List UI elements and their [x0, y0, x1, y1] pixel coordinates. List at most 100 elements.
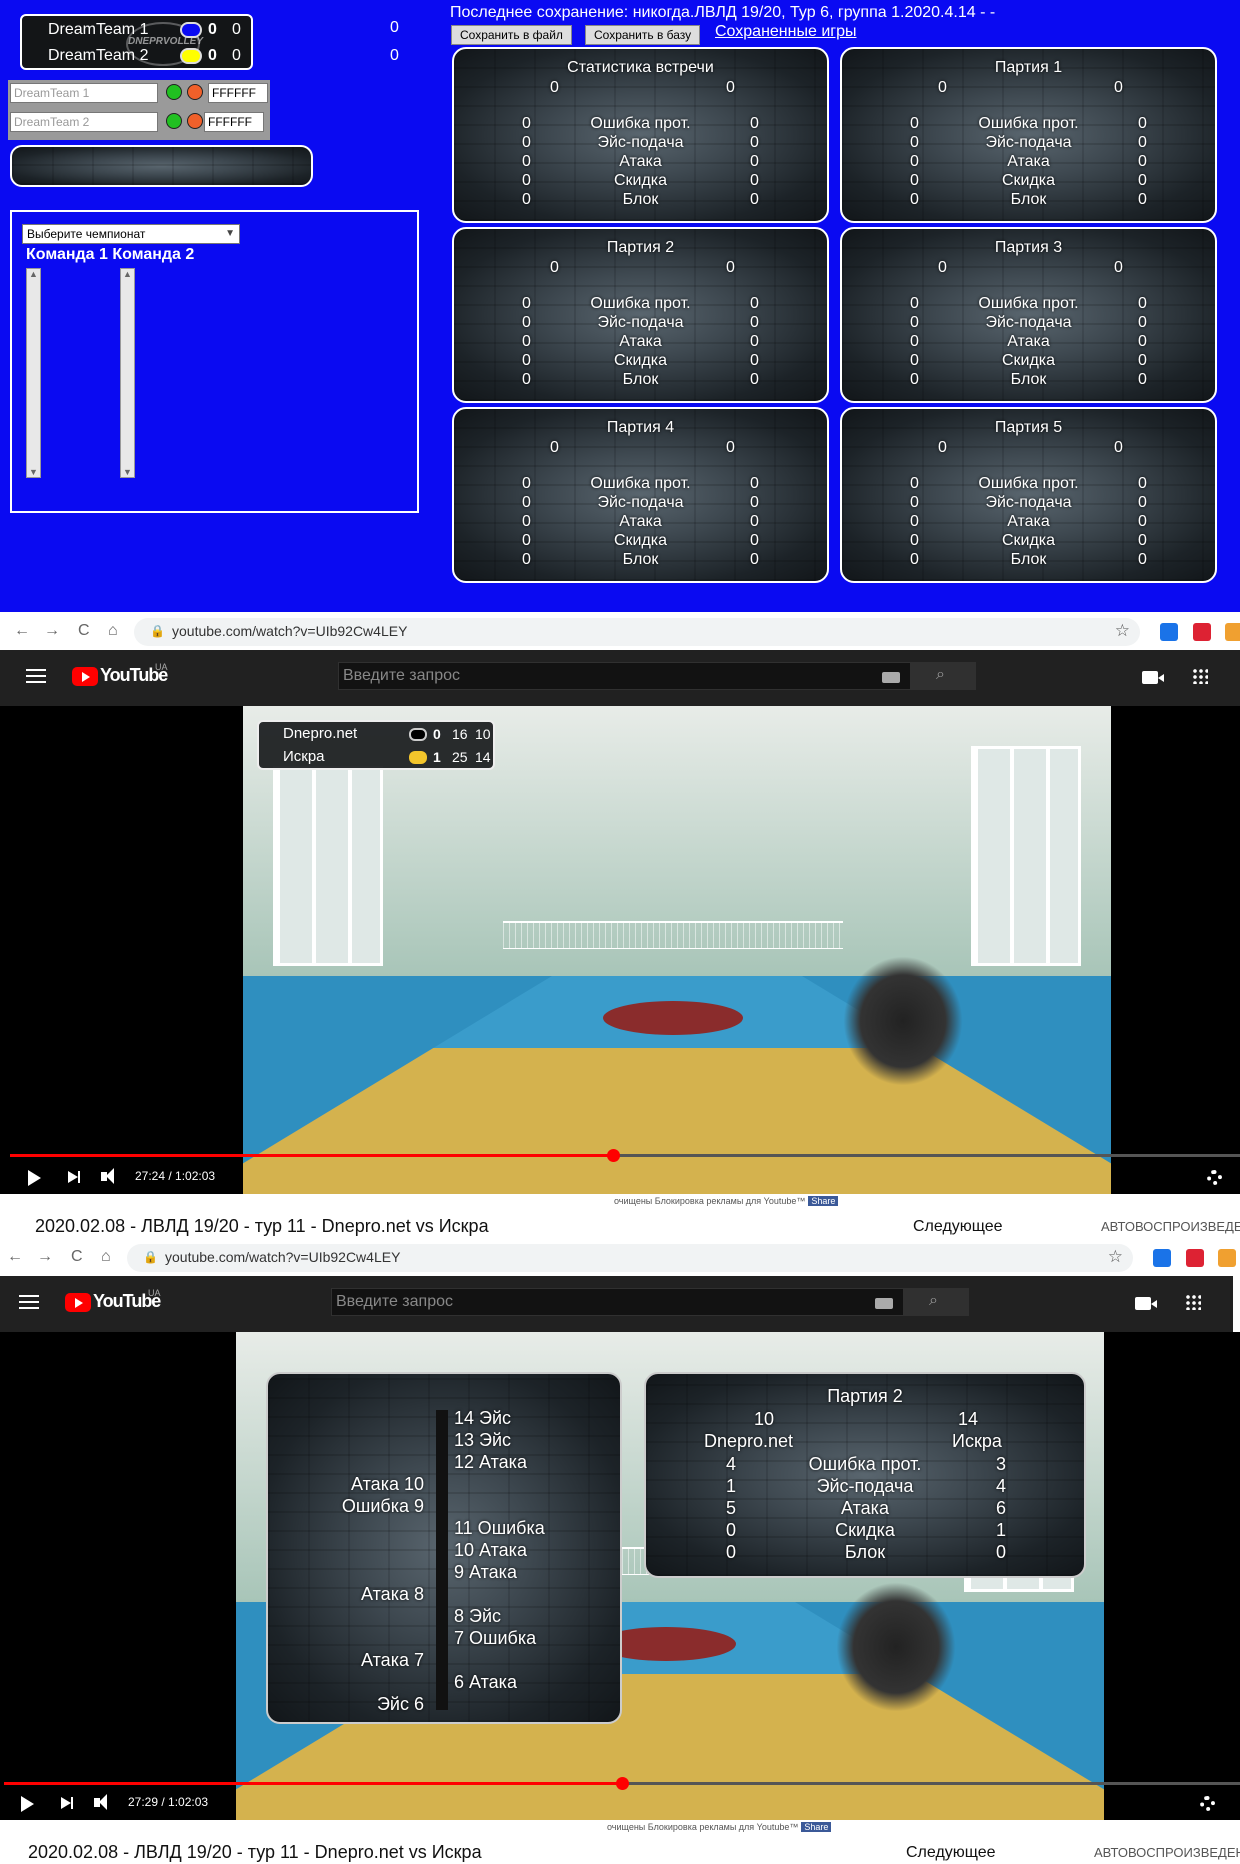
- autoplay-label[interactable]: АВТОВОСПРОИЗВЕДЕН: [1101, 1219, 1240, 1234]
- play-icon[interactable]: [21, 1796, 34, 1812]
- set-score-left: 10: [754, 1409, 775, 1429]
- scroll-up-icon[interactable]: ▲: [29, 269, 38, 279]
- play-icon[interactable]: [28, 1170, 41, 1186]
- stat-label: Атака: [1007, 513, 1050, 530]
- share-button[interactable]: Share: [808, 1196, 839, 1206]
- stat-label: Атака: [619, 333, 662, 350]
- menu-icon[interactable]: [19, 1295, 39, 1297]
- timeline-event: Атака 7: [361, 1650, 424, 1670]
- set-team-left: Dnepro.net: [704, 1431, 794, 1451]
- championship-select[interactable]: Выберите чемпионат ▼: [22, 224, 240, 244]
- stat-label: Ошибка прот.: [978, 475, 1079, 492]
- volume-icon[interactable]: [94, 1794, 107, 1810]
- menu-icon[interactable]: [26, 669, 46, 671]
- team2-hex-input[interactable]: FFFFFF: [204, 112, 264, 132]
- timeline-event: Атака 8: [361, 1584, 424, 1604]
- forward-icon[interactable]: →: [37, 1248, 53, 1266]
- next-icon[interactable]: [61, 1797, 73, 1809]
- card-title: Партия 5: [994, 419, 1063, 436]
- saved-games-link[interactable]: Сохраненные игры: [715, 23, 857, 41]
- volume-icon[interactable]: [101, 1168, 114, 1184]
- share-button[interactable]: Share: [801, 1822, 832, 1832]
- stat-right-value: 0: [1138, 191, 1147, 208]
- stats-card: Партия 5 0 0 0 Ошибка прот. 0 0 Эйс-подача 0 0 Ата…: [840, 407, 1217, 583]
- extension-icon[interactable]: [1193, 623, 1211, 641]
- next-icon[interactable]: [68, 1171, 80, 1183]
- video-progress-bar[interactable]: [10, 1149, 1240, 1162]
- team2-green-color-button[interactable]: [166, 113, 182, 129]
- stat-right-value: 0: [750, 494, 759, 511]
- extension-icon[interactable]: [1160, 623, 1178, 641]
- reload-icon[interactable]: C: [78, 622, 90, 640]
- youtube-header: YouTube UA Введите запрос ⌕: [0, 650, 1240, 706]
- card-score-right: 0: [726, 79, 735, 96]
- scroll-down-icon[interactable]: ▼: [29, 467, 38, 477]
- bookmark-star-icon[interactable]: ☆: [1115, 621, 1130, 641]
- stat-label: Скидка: [1001, 172, 1056, 189]
- stat-label: Блок: [1010, 551, 1047, 568]
- team1-orange-color-button[interactable]: [187, 84, 203, 100]
- championship-panel: Выберите чемпионат ▼ Команда 1 Команда 2 …: [10, 210, 419, 513]
- stat-right-value: 4: [996, 1476, 1007, 1496]
- stat-right-value: 3: [996, 1454, 1007, 1474]
- screenshot-root: DNEPRVOLLEY DreamTeam 1 0 0 DreamTeam 2 …: [0, 0, 1240, 1864]
- team1-list[interactable]: ▲ ▼: [26, 268, 41, 478]
- search-input[interactable]: Введите запрос: [331, 1288, 904, 1316]
- extension-icon[interactable]: [1153, 1249, 1171, 1267]
- video-progress-bar[interactable]: [4, 1777, 1240, 1790]
- address-bar[interactable]: 🔒 youtube.com/watch?v=UIb92Cw4LEY ☆: [127, 1244, 1133, 1272]
- video-player[interactable]: Dnepro.net Искра 0 1 16 25 10 14 27:24 /…: [0, 706, 1240, 1194]
- save-to-db-button[interactable]: Сохранить в базу: [585, 25, 701, 45]
- video-frame: Dnepro.net Искра 0 1 16 25 10 14: [243, 706, 1111, 1194]
- home-icon[interactable]: ⌂: [108, 622, 118, 640]
- team2-orange-color-button[interactable]: [187, 113, 203, 129]
- stat-right-value: 0: [750, 352, 759, 369]
- team2-name-input[interactable]: DreamTeam 2: [10, 112, 158, 132]
- video-player[interactable]: 14 Эйс 13 Эйс 12 Атака 11 Ошибка 10 Атака 9 А…: [0, 1332, 1240, 1820]
- home-icon[interactable]: ⌂: [101, 1248, 111, 1266]
- back-icon[interactable]: ←: [7, 1248, 23, 1266]
- scroll-up-icon[interactable]: ▲: [123, 269, 132, 279]
- extension-icon[interactable]: [1225, 623, 1240, 641]
- extension-icon[interactable]: [1186, 1249, 1204, 1267]
- card-title: Партия 2: [606, 239, 675, 256]
- timeline-axis: [436, 1410, 448, 1710]
- team2-list[interactable]: ▲ ▼: [120, 268, 135, 478]
- progress-scrubber[interactable]: [606, 1149, 620, 1162]
- autoplay-label[interactable]: АВТОВОСПРОИЗВЕДЕН: [1094, 1845, 1240, 1860]
- youtube-logo-icon[interactable]: [72, 667, 98, 686]
- settings-gear-icon[interactable]: [1200, 1796, 1215, 1811]
- extension-icon[interactable]: [1218, 1249, 1236, 1267]
- keyboard-icon[interactable]: [875, 1298, 893, 1309]
- bookmark-star-icon[interactable]: ☆: [1108, 1247, 1123, 1267]
- team1-green-color-button[interactable]: [166, 84, 182, 100]
- youtube-logo-icon[interactable]: [65, 1293, 91, 1312]
- team1-points: 0: [232, 21, 241, 38]
- stat-label: Атака: [1007, 333, 1050, 350]
- stat-label: Эйс-подача: [985, 314, 1072, 331]
- stat-label: Атака: [619, 513, 662, 530]
- search-input[interactable]: Введите запрос: [338, 662, 911, 690]
- scroll-down-icon[interactable]: ▼: [123, 467, 132, 477]
- keyboard-icon[interactable]: [882, 672, 900, 683]
- last-save-info: Последнее сохранение: никогда.ЛВЛД 19/20…: [450, 4, 996, 21]
- stat-right-value: 0: [750, 295, 759, 312]
- address-bar[interactable]: 🔒 youtube.com/watch?v=UIb92Cw4LEY ☆: [134, 618, 1140, 646]
- stat-right-value: 0: [750, 475, 759, 492]
- apps-icon[interactable]: [1185, 1294, 1201, 1310]
- reload-icon[interactable]: C: [71, 1248, 83, 1266]
- search-button[interactable]: ⌕: [911, 662, 976, 690]
- stat-label: Эйс-подача: [597, 494, 684, 511]
- team1-name-input[interactable]: DreamTeam 1: [10, 83, 158, 103]
- forward-icon[interactable]: →: [44, 622, 60, 640]
- back-icon[interactable]: ←: [14, 622, 30, 640]
- settings-gear-icon[interactable]: [1207, 1170, 1222, 1185]
- apps-icon[interactable]: [1192, 668, 1208, 684]
- timeline-event: 12 Атака: [454, 1452, 527, 1472]
- create-video-icon[interactable]: [1135, 1297, 1157, 1310]
- team1-hex-input[interactable]: FFFFFF: [208, 83, 268, 103]
- search-button[interactable]: ⌕: [904, 1288, 969, 1316]
- create-video-icon[interactable]: [1142, 671, 1164, 684]
- save-to-file-button[interactable]: Сохранить в файл: [451, 25, 572, 45]
- stat-label: Блок: [622, 191, 659, 208]
